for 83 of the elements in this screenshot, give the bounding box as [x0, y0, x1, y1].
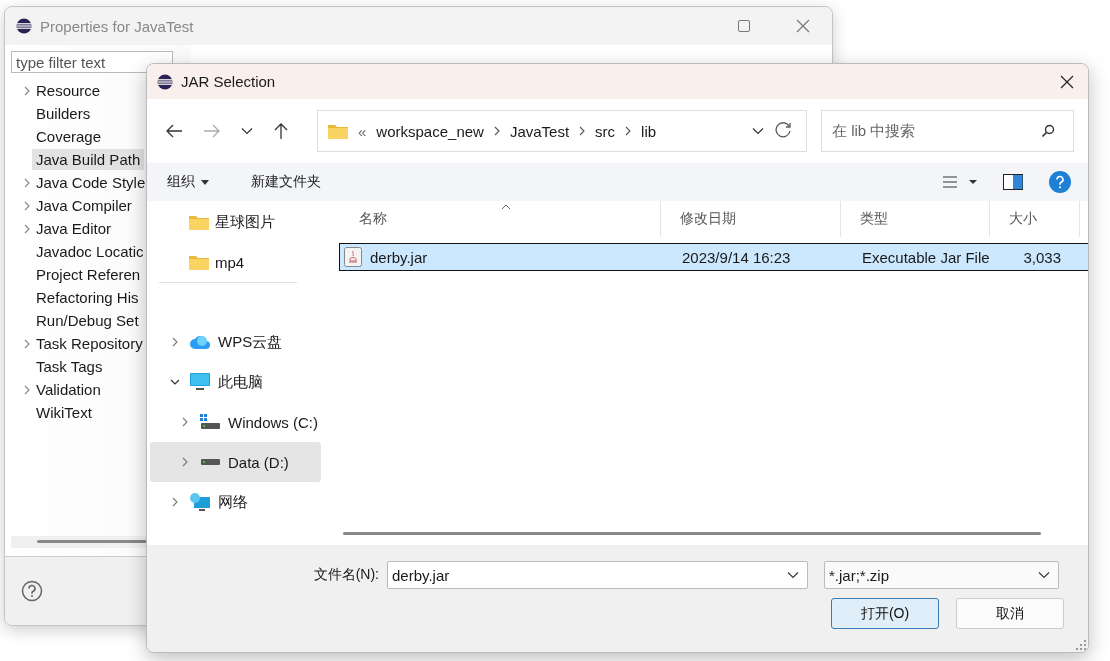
scrollbar[interactable] — [343, 532, 1041, 535]
close-icon[interactable] — [1060, 74, 1074, 89]
tree-item[interactable]: Refactoring His — [36, 287, 143, 308]
sort-caret-icon — [501, 204, 511, 210]
resize-grip-icon[interactable] — [1076, 640, 1086, 650]
tree-item[interactable]: Java Editor — [36, 218, 116, 239]
file-name-field[interactable]: derby.jar — [387, 561, 808, 589]
chevron-icon[interactable] — [625, 126, 632, 136]
dialog-title: JAR Selection — [181, 73, 276, 90]
tree-item[interactable]: Coverage — [36, 126, 106, 147]
preview-pane-icon[interactable] — [1003, 174, 1023, 190]
dropdown-icon[interactable] — [787, 571, 799, 579]
tree-item[interactable]: WikiText — [36, 402, 96, 423]
chevron-icon[interactable] — [579, 126, 586, 136]
dropdown-icon[interactable] — [241, 127, 253, 135]
drive-icon — [200, 458, 220, 466]
open-button[interactable]: 打开(O) — [831, 598, 939, 629]
help-icon[interactable] — [21, 580, 43, 602]
tree-item[interactable]: Task Repository — [36, 333, 147, 354]
column-header[interactable]: 修改日期 — [661, 201, 841, 237]
file-row[interactable]: derby.jar 2023/9/14 16:23 Executable Jar File 3,033 — [339, 243, 1088, 271]
breadcrumb-item[interactable]: workspace_new — [376, 122, 484, 140]
folder-icon — [328, 123, 348, 139]
tree-item[interactable]: Javadoc Locatic — [36, 241, 148, 262]
column-header[interactable]: 名称 — [340, 201, 661, 237]
column-header[interactable]: 类型 — [841, 201, 990, 237]
nav-tree-item[interactable]: Data (D:) — [150, 442, 321, 482]
up-icon[interactable] — [273, 122, 289, 140]
search-field[interactable]: 在 lib 中搜索 — [821, 110, 1074, 152]
monitor-icon — [190, 373, 210, 391]
new-folder-button[interactable]: 新建文件夹 — [243, 169, 329, 195]
overflow-mark[interactable]: « — [358, 122, 367, 140]
jar-file-icon — [344, 247, 362, 267]
address-bar[interactable]: « workspace_new JavaTest src lib — [317, 110, 807, 152]
chevron-icon[interactable] — [493, 126, 500, 136]
maximize-icon[interactable] — [738, 20, 750, 32]
folder-icon — [189, 254, 209, 270]
help-icon[interactable] — [1049, 171, 1071, 193]
filter-field[interactable]: type filter text — [11, 51, 173, 73]
tree-item[interactable]: Java Compiler — [36, 195, 136, 216]
breadcrumb-item[interactable]: lib — [641, 122, 657, 140]
back-icon[interactable] — [165, 123, 183, 139]
column-header[interactable]: 大小 — [990, 201, 1080, 237]
tree-item[interactable]: Validation — [36, 379, 105, 400]
file-name: derby.jar — [370, 248, 428, 266]
breadcrumb-item[interactable]: src — [595, 122, 616, 140]
cloud-icon — [190, 335, 210, 349]
refresh-icon[interactable] — [774, 122, 792, 140]
caret-icon[interactable] — [201, 179, 209, 185]
dropdown-icon[interactable] — [1038, 571, 1050, 579]
view-menu-icon[interactable] — [943, 175, 977, 189]
search-placeholder: 在 lib 中搜索 — [832, 121, 917, 141]
organize-button[interactable]: 组织 — [159, 169, 217, 195]
nav-tree-item[interactable]: WPS云盘 — [150, 322, 321, 362]
tree-item[interactable]: Run/Debug Set — [36, 310, 143, 331]
network-icon — [190, 493, 210, 511]
tree-item[interactable]: Java Code Style — [36, 172, 150, 193]
tree-item[interactable]: Resource — [36, 80, 105, 101]
quick-access-item[interactable]: 星球图片 — [147, 202, 321, 242]
dropdown-icon[interactable] — [752, 127, 764, 135]
forward-icon[interactable] — [203, 123, 221, 139]
chevron-icon[interactable] — [168, 379, 182, 385]
search-icon — [1041, 124, 1055, 138]
tree-item[interactable]: Builders — [36, 103, 95, 124]
folder-icon — [189, 214, 209, 230]
nav-tree-item[interactable]: 网络 — [150, 482, 321, 522]
file-type: Executable Jar File — [862, 248, 990, 266]
file-size: 3,033 — [1023, 248, 1061, 266]
tree-item[interactable]: Java Build Path — [32, 149, 145, 170]
breadcrumb-item[interactable]: JavaTest — [509, 122, 570, 140]
eclipse-icon — [157, 73, 173, 90]
file-type-dropdown[interactable]: *.jar;*.zip — [824, 561, 1059, 589]
window-title: Properties for JavaTest — [40, 17, 194, 35]
drive-icon — [200, 414, 220, 430]
file-date: 2023/9/14 16:23 — [682, 248, 791, 266]
quick-access-item[interactable]: mp4 — [147, 242, 321, 282]
tree-item[interactable]: Task Tags — [36, 356, 107, 377]
eclipse-icon — [16, 18, 32, 34]
nav-tree-item[interactable]: Windows (C:) — [150, 402, 321, 442]
tree-item[interactable]: Project Referen — [36, 264, 145, 285]
file-name-label: 文件名(N): — [312, 566, 380, 584]
nav-tree-item[interactable]: 此电脑 — [150, 362, 321, 402]
cancel-button[interactable]: 取消 — [956, 598, 1064, 629]
